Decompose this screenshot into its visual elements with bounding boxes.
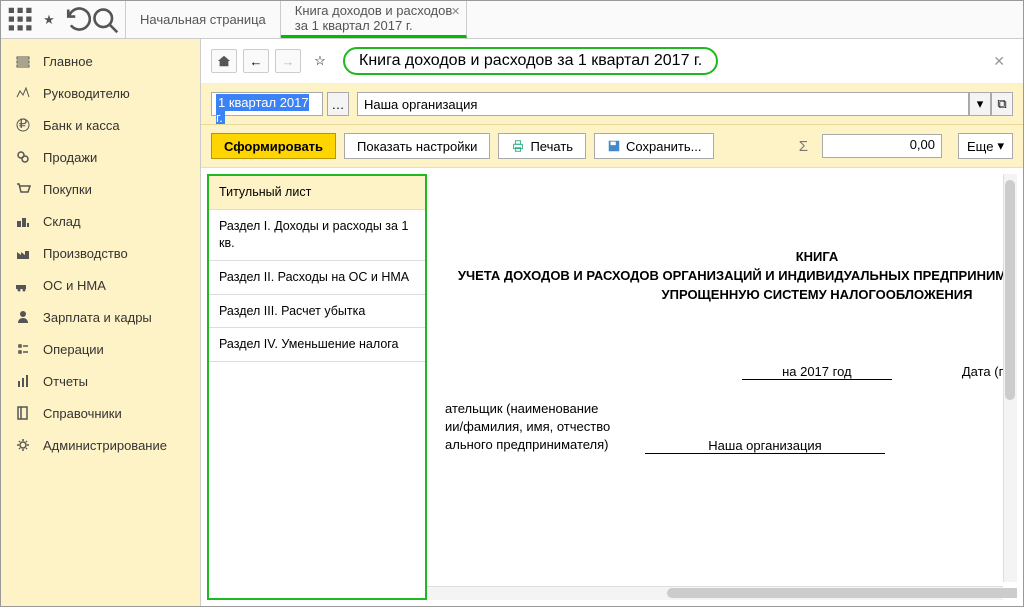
button-label: Печать <box>530 139 573 154</box>
doc-row: на 2017 год Дата (год, месяц, число) <box>445 356 1017 380</box>
back-button[interactable]: ← <box>243 49 269 73</box>
sidebar-label: Производство <box>43 246 128 261</box>
period-field: 1 квартал 2017 г. … <box>211 92 349 116</box>
doc-row: Форма по ОКУД <box>445 325 1017 348</box>
toolbar-icons: ★ <box>1 1 126 38</box>
org-underline: Наша организация <box>645 438 885 454</box>
period-picker-button[interactable]: … <box>327 92 349 116</box>
period-input[interactable]: 1 квартал 2017 г. <box>211 92 323 116</box>
svg-text:₽: ₽ <box>19 117 27 131</box>
print-button[interactable]: Печать <box>498 133 586 159</box>
doc-heading-line: КНИГА <box>445 248 1017 267</box>
sidebar-label: Зарплата и кадры <box>43 310 152 325</box>
sidebar-item-salary[interactable]: Зарплата и кадры <box>1 301 200 333</box>
sidebar-item-production[interactable]: Производство <box>1 237 200 269</box>
sidebar-item-manager[interactable]: Руководителю <box>1 77 200 109</box>
doc-note: Ро <box>445 203 1017 218</box>
org-input[interactable] <box>357 92 969 116</box>
doc-payer-row: ательщик (наименование ии/фамилия, имя, … <box>445 400 1017 455</box>
settings-button[interactable]: Показать настройки <box>344 133 490 159</box>
chevron-down-icon: ▾ <box>997 138 1004 154</box>
save-button[interactable]: Сохранить... <box>594 133 714 159</box>
sidebar-item-purchases[interactable]: Покупки <box>1 173 200 205</box>
vertical-scrollbar[interactable] <box>1003 174 1017 582</box>
sidebar-label: Покупки <box>43 182 92 197</box>
sidebar-label: Отчеты <box>43 374 88 389</box>
sigma-icon[interactable]: Σ <box>793 138 814 155</box>
sidebar-label: Продажи <box>43 150 97 165</box>
section-item[interactable]: Раздел III. Расчет убытка <box>209 295 425 329</box>
topbar: ★ Начальная страница Книга доходов и рас… <box>1 1 1023 39</box>
doc-heading: КНИГА УЧЕТА ДОХОДОВ И РАСХОДОВ ОРГАНИЗАЦ… <box>445 248 1017 305</box>
dropdown-icon[interactable]: ▾ <box>969 92 991 116</box>
close-icon[interactable]: ✕ <box>451 5 460 18</box>
sidebar-item-warehouse[interactable]: Склад <box>1 205 200 237</box>
form-button[interactable]: Сформировать <box>211 133 336 159</box>
button-label: Показать настройки <box>357 139 477 154</box>
open-icon[interactable]: ⧉ <box>991 92 1013 116</box>
sum-value: 0,00 <box>822 134 942 158</box>
sidebar-label: Справочники <box>43 406 122 421</box>
sidebar-item-bank[interactable]: ₽ Банк и касса <box>1 109 200 141</box>
sidebar-label: Склад <box>43 214 81 229</box>
page-title: Книга доходов и расходов за 1 квартал 20… <box>343 47 718 75</box>
star-icon[interactable]: ★ <box>35 6 63 34</box>
action-row: Сформировать Показать настройки Печать С… <box>201 124 1023 167</box>
button-label: Еще <box>967 139 993 154</box>
button-label: Сохранить... <box>626 139 701 154</box>
apps-icon[interactable] <box>7 6 35 34</box>
more-button[interactable]: Еще ▾ <box>958 133 1013 159</box>
sidebar-item-reference[interactable]: Справочники <box>1 397 200 429</box>
sidebar-label: Администрирование <box>43 438 167 453</box>
search-icon[interactable] <box>91 6 119 34</box>
content-area: ← → ☆ Книга доходов и расходов за 1 квар… <box>201 39 1023 606</box>
tab-home[interactable]: Начальная страница <box>126 1 281 38</box>
sidebar-item-reports[interactable]: Отчеты <box>1 365 200 397</box>
tab-label-line1: Книга доходов и расходов <box>295 3 452 18</box>
tab-label: Начальная страница <box>140 12 266 27</box>
sidebar-label: Главное <box>43 54 93 69</box>
horizontal-scrollbar[interactable] <box>427 586 1003 600</box>
history-icon[interactable] <box>63 6 91 34</box>
sidebar-label: Банк и касса <box>43 118 120 133</box>
favorite-star-icon[interactable]: ☆ <box>307 49 333 73</box>
sidebar-item-sales[interactable]: Продажи <box>1 141 200 173</box>
sidebar-label: Операции <box>43 342 104 357</box>
sidebar-item-assets[interactable]: ОС и НМА <box>1 269 200 301</box>
section-item[interactable]: Раздел IV. Уменьшение налога <box>209 328 425 362</box>
tab-label-line2: за 1 квартал 2017 г. <box>295 18 452 33</box>
close-button[interactable]: ✕ <box>985 49 1013 74</box>
document-page: к Приказу Ми Ро КНИГА УЧЕТА ДОХОДОВ И РА… <box>427 174 1017 509</box>
document-area: Титульный лист Раздел I. Доходы и расход… <box>201 167 1023 606</box>
tab-active[interactable]: Книга доходов и расходов за 1 квартал 20… <box>281 1 467 38</box>
sidebar-label: Руководителю <box>43 86 130 101</box>
doc-note: к Приказу Ми <box>445 188 1017 203</box>
doc-heading-line: УЧЕТА ДОХОДОВ И РАСХОДОВ ОРГАНИЗАЦИЙ И И… <box>445 267 1017 305</box>
payer-label: ательщик (наименование ии/фамилия, имя, … <box>445 400 625 455</box>
home-button[interactable] <box>211 49 237 73</box>
doc-year: на 2017 год <box>742 364 892 380</box>
section-item[interactable]: Титульный лист <box>209 176 425 210</box>
sidebar-item-main[interactable]: Главное <box>1 45 200 77</box>
section-item[interactable]: Раздел I. Доходы и расходы за 1 кв. <box>209 210 425 261</box>
content-header: ← → ☆ Книга доходов и расходов за 1 квар… <box>201 39 1023 84</box>
section-item[interactable]: Раздел II. Расходы на ОС и НМА <box>209 261 425 295</box>
tab-bar: Начальная страница Книга доходов и расхо… <box>126 1 467 38</box>
org-field: ▾ ⧉ <box>357 92 1013 116</box>
document-preview[interactable]: к Приказу Ми Ро КНИГА УЧЕТА ДОХОДОВ И РА… <box>427 174 1017 600</box>
sidebar-item-operations[interactable]: Операции <box>1 333 200 365</box>
scroll-thumb[interactable] <box>1005 180 1015 400</box>
sidebar: Главное Руководителю ₽ Банк и касса Прода… <box>1 39 201 606</box>
filter-row: 1 квартал 2017 г. … ▾ ⧉ <box>201 84 1023 124</box>
forward-button[interactable]: → <box>275 49 301 73</box>
sidebar-item-admin[interactable]: Администрирование <box>1 429 200 461</box>
section-list: Титульный лист Раздел I. Доходы и расход… <box>207 174 427 600</box>
period-value: 1 квартал 2017 г. <box>216 94 309 126</box>
scroll-thumb[interactable] <box>667 588 1017 598</box>
payer-value-col: Наша организация <box>645 438 1017 454</box>
sidebar-label: ОС и НМА <box>43 278 106 293</box>
doc-row: по ОКПО <box>445 464 1017 487</box>
